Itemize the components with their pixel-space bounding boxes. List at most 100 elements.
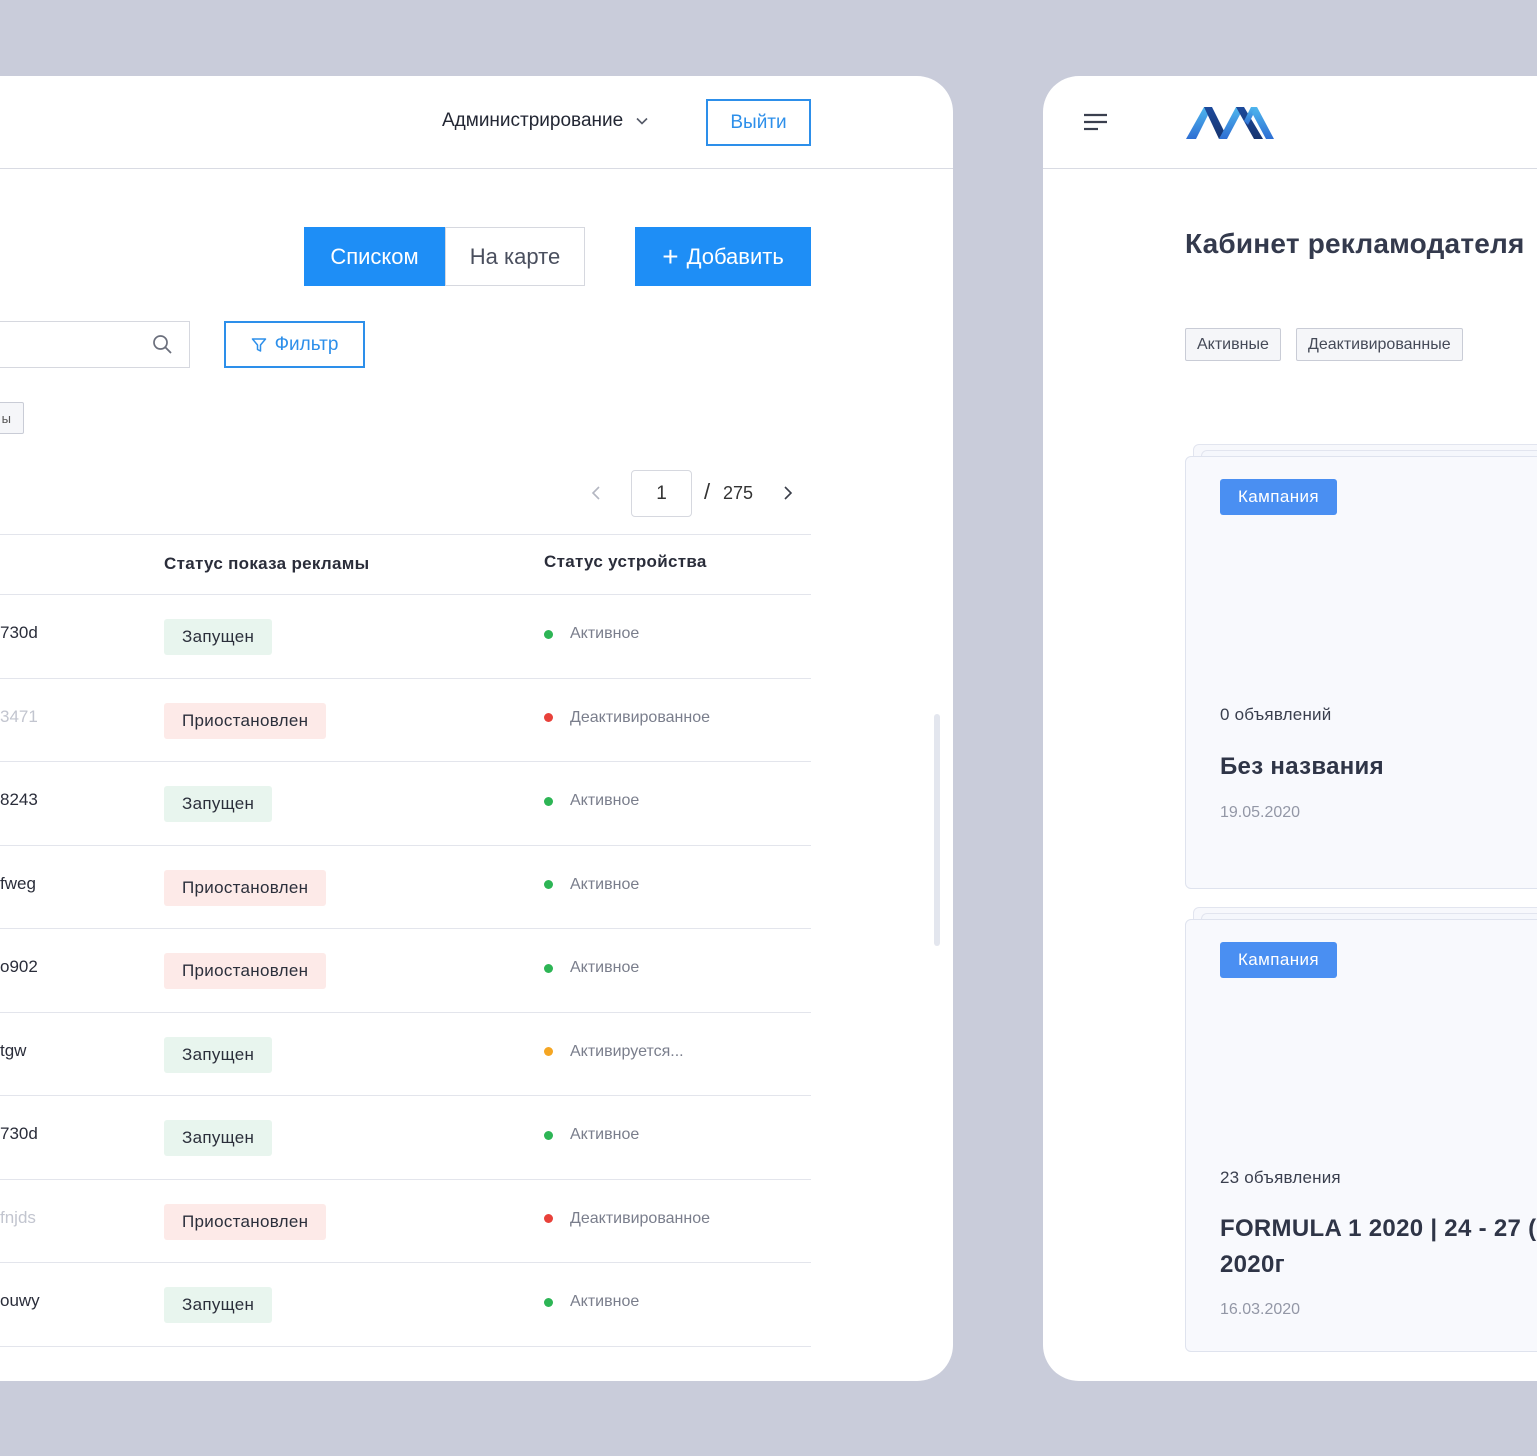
table-row[interactable]: ouwy Запущен Активное	[0, 1263, 811, 1347]
campaign-card[interactable]: Кампания 0 объявлений Без названия 19.05…	[1185, 456, 1537, 889]
device-id: tgw	[0, 1040, 27, 1060]
campaign-badge: Кампания	[1220, 942, 1337, 978]
plus-icon: +	[662, 240, 679, 272]
ads-count: 0 объявлений	[1220, 705, 1332, 724]
admin-menu-dropdown[interactable]: Администрирование	[442, 110, 649, 132]
table-row[interactable]: 730d Запущен Активное	[0, 1096, 811, 1180]
ad-status-badge: Запущен	[164, 786, 273, 822]
tab-active[interactable]: Активные	[1185, 328, 1281, 361]
status-dot-icon	[544, 629, 553, 639]
campaign-name: Без названия	[1220, 753, 1384, 780]
ad-status-badge: Запущен	[164, 1036, 273, 1073]
filter-button-label: Фильтр	[274, 333, 339, 355]
status-dot-icon	[544, 1047, 553, 1056]
campaign-name-line-2: 2020г	[1220, 1251, 1285, 1278]
filter-icon	[251, 337, 266, 352]
map-view-button[interactable]: На карте	[445, 227, 585, 286]
advertiser-panel: Кабинет рекламодателя Активные Деактивир…	[1043, 76, 1537, 1381]
status-dot-icon	[544, 713, 553, 722]
device-status: Активное	[544, 959, 639, 977]
device-status-label: Активное	[570, 875, 640, 893]
campaign-card[interactable]: Кампания 23 объявления FORMULA 1 2020 | …	[1185, 919, 1537, 1352]
campaign-name: FORMULA 1 2020 | 24 - 27 (	[1220, 1215, 1537, 1242]
device-id: fweg	[0, 873, 36, 893]
scrollbar[interactable]	[934, 714, 940, 946]
ad-status-badge: Запущен	[164, 1120, 273, 1156]
device-status: Деактивированное	[544, 1210, 710, 1228]
filter-button[interactable]: Фильтр	[224, 321, 365, 368]
search-input[interactable]	[5, 330, 145, 358]
ad-status-badge: Приостановлен	[164, 702, 327, 739]
chevron-right-icon[interactable]	[778, 482, 798, 504]
device-id: 3471	[0, 706, 38, 726]
status-dot-icon	[544, 1297, 553, 1307]
device-status: Активируется...	[544, 1043, 684, 1061]
ad-status-badge: Запущен	[164, 619, 273, 655]
device-id: o902	[0, 957, 38, 976]
table-body: 730d Запущен Активное 3471 Приостановлен Деак…	[0, 595, 811, 1347]
devices-panel: Администрирование Выйти Списком На карте…	[0, 76, 953, 1381]
top-bar-right	[1043, 76, 1537, 169]
column-header-device-status: Статус устройства	[544, 552, 707, 571]
devices-table: Статус показа рекламы Статус устройства …	[0, 534, 811, 1347]
device-status: Активное	[544, 1126, 639, 1144]
status-dot-icon	[544, 796, 553, 806]
table-row[interactable]: 3471 Приостановлен Деактивированное	[0, 679, 811, 762]
device-status-label: Активное	[570, 792, 640, 809]
device-status-label: Активируется...	[570, 1042, 684, 1060]
filter-chip[interactable]: ы	[0, 402, 24, 434]
table-row[interactable]: fweg Приостановлен Активное	[0, 846, 811, 929]
device-status-label: Деактивированное	[570, 708, 710, 726]
campaign-date: 19.05.2020	[1220, 804, 1301, 821]
logout-button[interactable]: Выйти	[706, 99, 811, 146]
ads-count: 23 объявления	[1220, 1168, 1341, 1187]
filter-chip-label: ы	[1, 410, 11, 426]
table-row[interactable]: tgw Запущен Активируется...	[0, 1013, 811, 1096]
device-status: Активное	[544, 792, 639, 810]
device-status: Активное	[544, 625, 639, 643]
device-id: 8243	[0, 790, 38, 809]
top-bar: Администрирование Выйти	[0, 76, 953, 169]
page-title: Кабинет рекламодателя	[1185, 228, 1525, 259]
search-icon[interactable]	[152, 334, 173, 355]
table-row[interactable]: 730d Запущен Активное	[0, 595, 811, 679]
device-status-label: Активное	[570, 1293, 640, 1310]
total-pages: 275	[723, 483, 754, 503]
search-field	[0, 321, 190, 368]
add-button-label: Добавить	[686, 243, 784, 269]
device-status: Активное	[544, 876, 639, 894]
device-id: 730d	[0, 623, 38, 642]
status-dot-icon	[544, 1130, 553, 1140]
chevron-down-icon	[636, 117, 648, 125]
ad-status-badge: Приостановлен	[164, 953, 327, 989]
admin-menu-label: Администрирование	[442, 110, 624, 131]
device-status-label: Активное	[570, 1126, 640, 1143]
add-button[interactable]: + Добавить	[635, 227, 811, 286]
chevron-left-icon[interactable]	[586, 482, 606, 504]
ad-status-badge: Приостановлен	[164, 869, 327, 906]
table-row[interactable]: 8243 Запущен Активное	[0, 762, 811, 846]
device-status: Активное	[544, 1293, 639, 1311]
campaign-date: 16.03.2020	[1220, 1301, 1301, 1318]
tab-deactivated[interactable]: Деактивированные	[1296, 328, 1463, 361]
status-dot-icon	[544, 1214, 553, 1223]
campaign-badge: Кампания	[1220, 479, 1337, 515]
view-toggle: Списком На карте	[304, 227, 585, 286]
device-status-label: Деактивированное	[570, 1209, 710, 1227]
ava-logo[interactable]	[1184, 103, 1276, 141]
device-id: fnjds	[0, 1207, 36, 1227]
list-view-button[interactable]: Списком	[304, 227, 445, 286]
hamburger-menu-icon[interactable]	[1083, 112, 1109, 132]
device-status-label: Активное	[570, 625, 640, 642]
table-row[interactable]: o902 Приостановлен Активное	[0, 929, 811, 1013]
table-row[interactable]: fnjds Приостановлен Деактивированное	[0, 1180, 811, 1263]
pager-separator: /	[704, 479, 711, 504]
device-status: Деактивированное	[544, 709, 710, 727]
status-dot-icon	[544, 880, 553, 889]
page-number-input[interactable]	[631, 470, 692, 517]
ad-status-badge: Запущен	[164, 1287, 273, 1323]
column-header-ad-status: Статус показа рекламы	[164, 554, 370, 573]
device-id: 730d	[0, 1124, 38, 1143]
device-status-label: Активное	[570, 959, 640, 976]
ad-status-badge: Приостановлен	[164, 1203, 327, 1240]
